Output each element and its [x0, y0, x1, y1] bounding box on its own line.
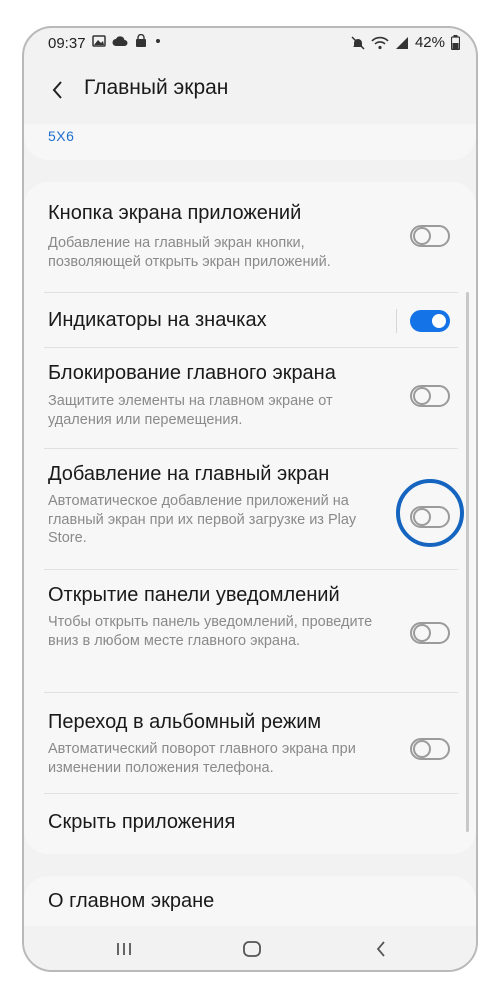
- image-icon: [92, 35, 106, 47]
- setting-title: Индикаторы на значках: [48, 309, 267, 331]
- app-header: Главный экран: [24, 72, 476, 112]
- setting-description: Добавление на главный экран кнопки, позв…: [48, 235, 331, 270]
- mute-icon: [351, 35, 365, 50]
- landscape-mode-toggle[interactable]: [410, 738, 450, 760]
- vertical-separator: [396, 309, 397, 333]
- about-title: О главном экране: [48, 890, 215, 912]
- setting-title: Открытие панели уведомлений: [48, 584, 340, 606]
- nav-back-button[interactable]: [366, 934, 396, 964]
- setting-lock-layout[interactable]: Блокирование главного экрана Защитите эл…: [24, 348, 476, 448]
- battery-icon: [451, 35, 460, 50]
- navigation-bar: [24, 926, 476, 970]
- toggle-knob: [413, 740, 431, 758]
- chevron-left-icon: [52, 81, 62, 99]
- home-icon: [243, 941, 261, 957]
- recents-icon: [117, 943, 131, 955]
- setting-notification-panel[interactable]: Открытие панели уведомлений Чтобы открыт…: [24, 570, 476, 692]
- setting-description: Автоматическое добавление приложений на …: [48, 493, 357, 546]
- back-icon: [376, 941, 385, 957]
- toggle-knob: [413, 387, 431, 405]
- cloud-icon: [112, 36, 128, 46]
- setting-title: Добавление на главный экран: [48, 463, 330, 485]
- scrollbar[interactable]: [466, 292, 469, 832]
- battery-percent: 42%: [414, 34, 445, 51]
- dot-icon: [156, 39, 160, 43]
- apps-button-toggle[interactable]: [410, 225, 450, 247]
- setting-hide-apps[interactable]: Скрыть приложения: [24, 794, 476, 852]
- setting-title: Кнопка экрана приложений: [48, 202, 302, 224]
- status-bar: 09:37 42%: [24, 28, 476, 58]
- toggle-knob: [430, 312, 448, 330]
- setting-description: Автоматический поворот главного экрана п…: [48, 741, 356, 776]
- lock-layout-toggle[interactable]: [410, 385, 450, 407]
- setting-description: Чтобы открыть панель уведомлений, провед…: [48, 614, 373, 649]
- setting-badges[interactable]: Индикаторы на значках: [24, 293, 476, 347]
- status-right-icons: 42%: [351, 34, 460, 51]
- setting-apps-button[interactable]: Кнопка экрана приложений Добавление на г…: [24, 202, 476, 294]
- toggle-knob: [413, 227, 431, 245]
- setting-description: Защитите элементы на главном экране от у…: [48, 393, 333, 428]
- highlight-ring: [396, 479, 464, 547]
- grid-setting-card[interactable]: 5X6: [24, 124, 476, 160]
- notification-panel-toggle[interactable]: [410, 622, 450, 644]
- bag-icon: [136, 34, 146, 47]
- phone-screen: 09:37 42% Главный экран 5X6 Кнопка экран…: [22, 26, 478, 972]
- home-button[interactable]: [237, 934, 267, 964]
- page-title: Главный экран: [84, 76, 229, 99]
- status-left-icons: [92, 34, 162, 48]
- recents-button[interactable]: [109, 934, 139, 964]
- setting-title: Скрыть приложения: [48, 811, 236, 833]
- setting-title: Блокирование главного экрана: [48, 362, 336, 384]
- setting-title: Переход в альбомный режим: [48, 711, 322, 733]
- grid-setting-value: 5X6: [48, 128, 75, 144]
- badges-toggle[interactable]: [410, 310, 450, 332]
- back-button[interactable]: [44, 76, 72, 104]
- setting-landscape-mode[interactable]: Переход в альбомный режим Автоматический…: [24, 693, 476, 793]
- signal-icon: [395, 36, 408, 49]
- toggle-knob: [413, 624, 431, 642]
- wifi-icon: [371, 36, 389, 49]
- status-time: 09:37: [48, 35, 86, 52]
